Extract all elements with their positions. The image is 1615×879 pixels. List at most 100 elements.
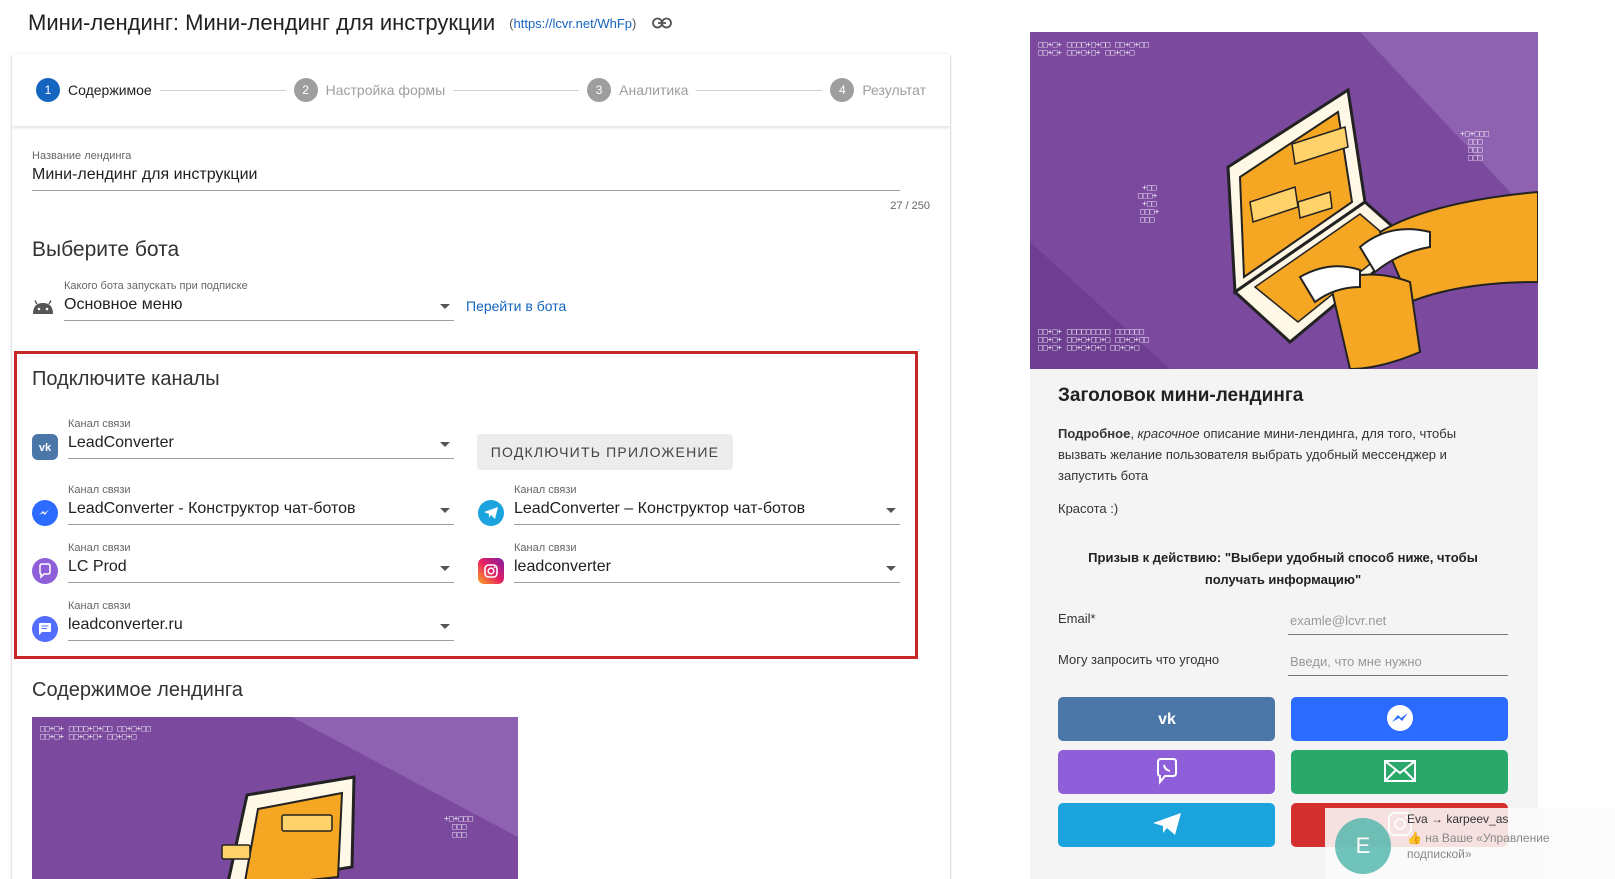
preview-desc-bold: Подробное xyxy=(1058,426,1131,441)
channel-label: Канал связи xyxy=(68,600,131,612)
email-button[interactable] xyxy=(1291,750,1508,794)
svg-text:□□□: □□□ xyxy=(1468,153,1483,162)
channel-value[interactable]: LeadConverter – Конструктор чат-ботов xyxy=(514,496,900,525)
channel-select-instagram[interactable]: Канал связи leadconverter xyxy=(514,542,900,583)
stepper: 1 Содержимое 2 Настройка формы 3 Аналити… xyxy=(12,54,950,126)
short-link-wrap: (https://lcvr.net/WhFp) xyxy=(509,16,636,31)
svg-text:□□□: □□□ xyxy=(452,830,467,839)
chevron-down-icon xyxy=(886,508,896,513)
chat-icon xyxy=(32,616,58,642)
svg-text:□□+□+ □□+□+□+□ □□+□+□: □□+□+ □□+□+□+□ □□+□+□ xyxy=(1038,343,1139,352)
landing-name-label: Название лендинга xyxy=(32,150,132,162)
channel-label: Канал связи xyxy=(68,542,131,554)
email-field[interactable]: examle@lcvr.net xyxy=(1288,611,1508,635)
channel-value[interactable]: leadconverter xyxy=(514,554,900,583)
bot-select-value[interactable]: Основное меню xyxy=(64,292,454,321)
chevron-down-icon xyxy=(440,508,450,513)
preview-description: Подробное, красочное описание мини-ленди… xyxy=(1058,423,1498,486)
page: Мини-лендинг: Мини-лендинг для инструкци… xyxy=(0,0,1615,879)
preview-beauty-text: Красота :) xyxy=(1058,501,1119,516)
step-analytics[interactable]: 3 Аналитика xyxy=(587,78,688,102)
preview-desc-italic: красочное xyxy=(1137,426,1200,441)
svg-text:vk: vk xyxy=(39,442,52,453)
instagram-icon xyxy=(478,558,504,584)
title-row: Мини-лендинг: Мини-лендинг для инструкци… xyxy=(28,10,674,36)
channel-text: LC Prod xyxy=(68,558,127,575)
vk-button[interactable]: vk xyxy=(1058,697,1275,741)
step-label: Настройка формы xyxy=(325,82,446,98)
channel-label: Канал связи xyxy=(514,542,577,554)
channel-text: leadconverter.ru xyxy=(68,616,183,633)
messenger-icon xyxy=(1385,703,1415,736)
request-label: Могу запросить что угодно xyxy=(1058,652,1220,667)
bot-select-text: Основное меню xyxy=(64,296,183,313)
channel-text: LeadConverter - Конструктор чат-ботов xyxy=(68,500,356,517)
channel-select-telegram[interactable]: Канал связи LeadConverter – Конструктор … xyxy=(514,484,900,525)
channel-select-vk[interactable]: Канал связи LeadConverter xyxy=(68,418,454,459)
messenger-button[interactable] xyxy=(1291,697,1508,741)
step-connector xyxy=(159,89,286,91)
step-connector xyxy=(696,89,823,91)
telegram-icon xyxy=(1152,812,1182,839)
chevron-down-icon xyxy=(440,624,450,629)
svg-text:□□□: □□□ xyxy=(1140,215,1155,224)
preview-cta: Призыв к действию: "Выбери удобный спосо… xyxy=(1088,550,1478,587)
channel-label: Канал связи xyxy=(514,484,577,496)
email-label: Email* xyxy=(1058,611,1096,626)
step-form-settings[interactable]: 2 Настройка формы xyxy=(293,78,446,102)
bot-section-title: Выберите бота xyxy=(32,238,180,261)
channel-value[interactable]: LC Prod xyxy=(68,554,454,583)
request-field[interactable]: Введи, что мне нужно xyxy=(1288,652,1508,676)
landing-image-thumbnail[interactable]: □□+□+ □□□□+□+□□ □□+□+□□ □□+□+ □□+□+□+ □□… xyxy=(32,717,518,879)
toast-sender: Eva → karpeev_as xyxy=(1407,812,1509,826)
channel-text: leadconverter xyxy=(514,558,611,575)
android-icon xyxy=(32,300,54,319)
channel-label: Канал связи xyxy=(68,418,131,430)
content-section-title: Содержимое лендинга xyxy=(32,679,243,701)
go-to-bot-link[interactable]: Перейти в бота xyxy=(466,298,566,314)
channel-select-site-chat[interactable]: Канал связи leadconverter.ru xyxy=(68,600,454,641)
channel-text: LeadConverter xyxy=(68,434,174,451)
channel-select-viber[interactable]: Канал связи LC Prod xyxy=(68,542,454,583)
preview-header-image: □□+□+ □□□□+□+□□ □□+□+□□ □□+□+ □□+□+□+ □□… xyxy=(1030,32,1538,369)
chevron-down-icon xyxy=(440,442,450,447)
step-number: 1 xyxy=(36,78,60,102)
landing-name-field[interactable]: Название лендинга Мини-лендинг для инстр… xyxy=(32,150,900,191)
viber-button[interactable] xyxy=(1058,750,1275,794)
telegram-button[interactable] xyxy=(1058,803,1275,847)
step-label: Результат xyxy=(862,82,926,98)
preview-card: Заголовок мини-лендинга Подробное, красо… xyxy=(1030,369,1538,879)
svg-text:vk: vk xyxy=(1158,711,1176,727)
landing-name-input[interactable]: Мини-лендинг для инструкции xyxy=(32,166,900,191)
step-content[interactable]: 1 Содержимое xyxy=(36,78,152,102)
channel-select-messenger[interactable]: Канал связи LeadConverter - Конструктор … xyxy=(68,484,454,525)
step-result[interactable]: 4 Результат xyxy=(830,78,926,102)
step-label: Аналитика xyxy=(619,82,689,98)
svg-text:□□+□+ □□+□+□+ □□+□+□: □□+□+ □□+□+□+ □□+□+□ xyxy=(40,732,137,741)
channel-value[interactable]: LeadConverter - Конструктор чат-ботов xyxy=(68,496,454,525)
chevron-down-icon xyxy=(440,566,450,571)
preview-desc-separator: , xyxy=(1130,426,1138,441)
telegram-icon xyxy=(478,500,504,526)
step-number: 2 xyxy=(293,78,318,102)
notification-toast[interactable]: E Eva → karpeev_as 👍 на Ваше «Управление… xyxy=(1325,808,1615,879)
viber-icon xyxy=(1153,757,1181,788)
channel-value[interactable]: leadconverter.ru xyxy=(68,612,454,641)
channels-section-title: Подключите каналы xyxy=(32,368,220,390)
preview-title: Заголовок мини-лендинга xyxy=(1058,385,1304,406)
link-paren-close: ) xyxy=(632,15,637,31)
connect-app-button[interactable]: ПОДКЛЮЧИТЬ ПРИЛОЖЕНИЕ xyxy=(477,434,733,470)
editor-card: 1 Содержимое 2 Настройка формы 3 Аналити… xyxy=(12,54,950,879)
chevron-down-icon xyxy=(886,566,896,571)
channel-value[interactable]: LeadConverter xyxy=(68,430,454,459)
avatar: E xyxy=(1335,818,1391,874)
link-icon[interactable] xyxy=(652,16,674,30)
char-counter: 27 / 250 xyxy=(890,200,930,212)
bot-select[interactable]: Какого бота запускать при подписке Основ… xyxy=(64,280,454,321)
step-number: 3 xyxy=(587,78,612,102)
chevron-down-icon xyxy=(440,304,450,309)
envelope-icon xyxy=(1383,759,1416,785)
bot-select-label: Какого бота запускать при подписке xyxy=(64,280,248,292)
short-link[interactable]: https://lcvr.net/WhFp xyxy=(514,16,633,31)
messenger-icon xyxy=(32,500,58,526)
